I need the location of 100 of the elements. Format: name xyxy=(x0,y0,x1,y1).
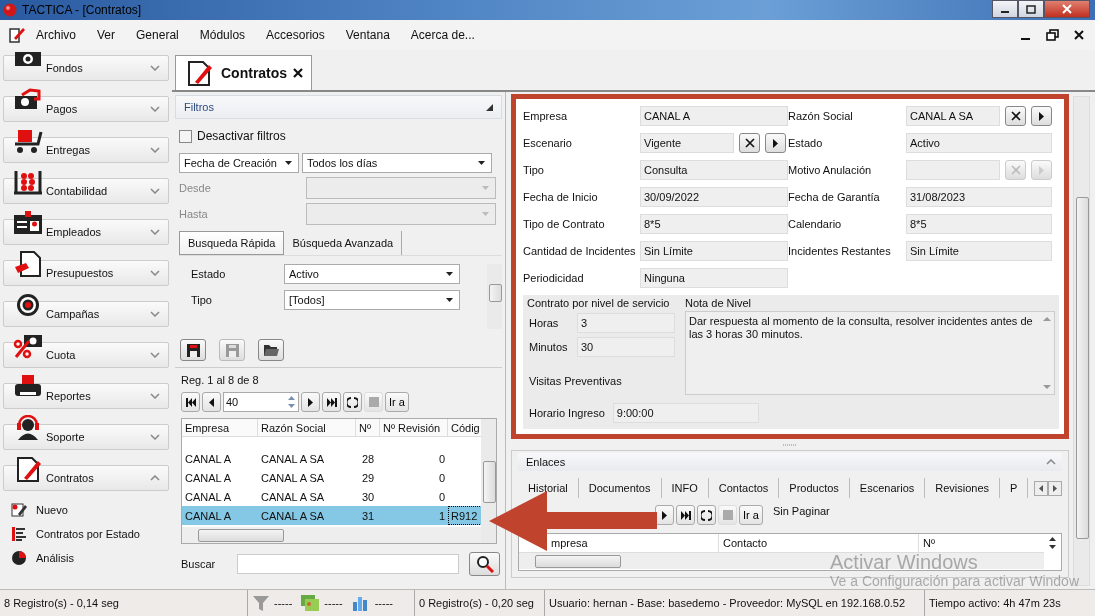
scroll-arrows-icon[interactable] xyxy=(1048,536,1057,550)
tab[interactable]: Escenarios xyxy=(849,478,926,498)
search-field[interactable] xyxy=(237,554,460,574)
text-field[interactable]: 9:00:00 xyxy=(612,403,759,423)
checkbox[interactable] xyxy=(179,129,192,143)
table-row[interactable]: CANAL A CANAL A SA 30 0 xyxy=(182,487,481,506)
tab[interactable]: Productos xyxy=(779,478,850,498)
chevron-up-icon[interactable] xyxy=(1046,459,1056,465)
menu-item[interactable]: Archivo xyxy=(36,28,76,42)
note-field[interactable]: Dar respuesta al momento de la consulta, resolver incidentes antes de las 3 horas 30 minutos. xyxy=(685,311,1055,395)
column-header[interactable]: Razón Social xyxy=(258,419,356,436)
clear-button[interactable] xyxy=(739,133,760,153)
open-button[interactable] xyxy=(258,339,284,361)
scrollbar[interactable] xyxy=(487,264,502,329)
sidebar-item[interactable]: Pagos xyxy=(3,96,169,122)
tab[interactable]: Contactos xyxy=(708,478,780,498)
next-page-button[interactable] xyxy=(655,505,674,525)
open-button[interactable] xyxy=(765,133,786,153)
text-field[interactable]: Vigente xyxy=(640,133,734,153)
close-icon[interactable] xyxy=(1073,29,1085,41)
sidebar-subitem[interactable]: Contratos por Estado xyxy=(0,522,172,546)
text-field[interactable]: 8*5 xyxy=(640,214,788,234)
go-to-button[interactable]: Ir a xyxy=(739,505,763,525)
scrollbar[interactable] xyxy=(519,553,1044,569)
column-header[interactable]: Nº xyxy=(919,534,1019,552)
menu-item[interactable]: Accesorios xyxy=(266,28,325,42)
refresh-button[interactable] xyxy=(343,392,362,412)
text-field[interactable]: Consulta xyxy=(640,160,788,180)
scroll-right-button[interactable] xyxy=(1048,480,1062,496)
text-field[interactable]: Sin Límite xyxy=(640,241,788,261)
close-button[interactable] xyxy=(1044,0,1090,18)
restore-icon[interactable] xyxy=(1046,29,1059,41)
save-button[interactable] xyxy=(180,339,206,361)
table-row[interactable]: CANAL A CANAL A SA 31 1 R912 xyxy=(182,506,481,525)
dropdown[interactable]: [Todos] xyxy=(284,290,460,310)
maximize-button[interactable] xyxy=(1018,0,1044,18)
text-field[interactable]: 30/09/2022 xyxy=(640,187,788,207)
menu-item[interactable]: Módulos xyxy=(199,28,246,42)
sidebar-item[interactable]: Entregas xyxy=(3,137,169,163)
text-field[interactable]: Sin Límite xyxy=(906,241,1052,261)
text-field[interactable] xyxy=(906,160,1000,180)
open-button[interactable] xyxy=(1031,106,1052,126)
scrollbar[interactable] xyxy=(182,527,481,543)
tab[interactable]: INFO xyxy=(661,478,709,498)
dropdown[interactable]: Todos los días xyxy=(302,153,492,173)
text-field[interactable]: 3 xyxy=(577,313,675,333)
next-page-button[interactable] xyxy=(301,392,320,412)
sidebar-item[interactable]: Contabilidad xyxy=(3,178,169,204)
page-size-field[interactable]: 40 xyxy=(223,392,299,412)
menu-item[interactable]: Ver xyxy=(97,28,116,42)
text-field[interactable]: CANAL A xyxy=(640,106,788,126)
table-row[interactable]: CANAL A CANAL A SA 29 0 xyxy=(182,468,481,487)
text-field[interactable]: Activo xyxy=(906,133,1052,153)
dropdown[interactable]: Fecha de Creación xyxy=(179,153,299,173)
column-header[interactable]: Empresa xyxy=(182,419,258,436)
sidebar-subitem[interactable]: Análisis xyxy=(0,546,172,570)
tab[interactable]: P xyxy=(1000,478,1029,498)
first-page-button[interactable] xyxy=(181,392,200,412)
sidebar-item[interactable]: Fondos xyxy=(3,55,169,81)
scroll-left-button[interactable] xyxy=(1034,480,1048,496)
sidebar-item[interactable]: Reportes xyxy=(3,383,169,409)
menu-item[interactable]: Ventana xyxy=(345,28,390,42)
sidebar-item[interactable]: Campañas xyxy=(3,301,169,327)
refresh-button[interactable] xyxy=(697,505,716,525)
text-field[interactable]: Ninguna xyxy=(640,268,788,288)
go-to-button[interactable]: Ir a xyxy=(385,392,409,412)
text-field[interactable]: 30 xyxy=(577,337,675,357)
collapse-icon[interactable] xyxy=(486,103,493,111)
sidebar-subitem[interactable]: Nuevo xyxy=(0,498,172,522)
splitter-grip-icon[interactable] xyxy=(783,444,797,447)
column-header[interactable]: Nº xyxy=(356,419,380,436)
sidebar-item[interactable]: Soporte xyxy=(3,424,169,450)
tab[interactable]: Revisiones xyxy=(925,478,1001,498)
minimize-button[interactable] xyxy=(992,0,1018,18)
sidebar-item[interactable]: Presupuestos xyxy=(3,260,169,286)
sidebar-item[interactable]: Cuota xyxy=(3,342,169,368)
clear-button[interactable] xyxy=(1005,106,1026,126)
tab[interactable]: Búsqueda Avanzada xyxy=(284,231,403,255)
column-header[interactable]: Nº Revisión xyxy=(380,419,448,436)
text-field[interactable]: 31/08/2023 xyxy=(906,187,1052,207)
search-button[interactable] xyxy=(469,552,500,576)
menu-item[interactable]: Acerca de... xyxy=(410,28,475,42)
column-header[interactable]: Contacto xyxy=(719,534,919,552)
dropdown[interactable]: Activo xyxy=(284,264,460,284)
date-field[interactable] xyxy=(306,203,496,225)
previous-page-button[interactable] xyxy=(202,392,221,412)
menu-item[interactable]: General xyxy=(136,28,179,42)
last-page-button[interactable] xyxy=(322,392,341,412)
last-page-button[interactable] xyxy=(676,505,695,525)
date-field[interactable] xyxy=(306,177,496,199)
text-field[interactable]: 8*5 xyxy=(906,214,1052,234)
close-icon[interactable] xyxy=(293,68,304,78)
document-tab[interactable]: Contratos xyxy=(175,55,313,90)
tab[interactable]: Busqueda Rápida xyxy=(179,231,285,255)
scrollbar[interactable] xyxy=(481,419,496,543)
sidebar-item[interactable]: Empleados xyxy=(3,219,169,245)
sidebar-item[interactable]: Contratos xyxy=(3,465,169,491)
tab[interactable]: Documentos xyxy=(578,478,662,498)
text-field[interactable]: CANAL A SA xyxy=(906,106,1000,126)
table-row[interactable]: CANAL A CANAL A SA 28 0 xyxy=(182,449,481,468)
